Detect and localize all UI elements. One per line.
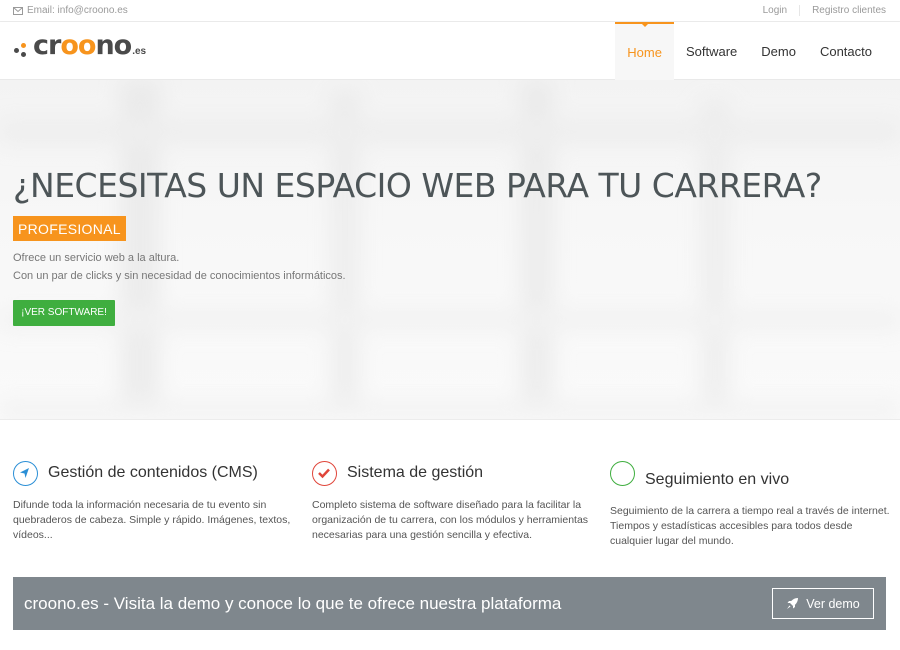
location-arrow-icon bbox=[13, 460, 38, 486]
feature-seguimiento-text: Seguimiento de la carrera a tiempo real … bbox=[610, 505, 890, 547]
logo-tld: .es bbox=[132, 46, 147, 57]
main-header: croono .es Home Software Demo Contacto bbox=[0, 22, 900, 80]
ver-demo-label: Ver demo bbox=[806, 596, 860, 611]
hero-subtitle-line1: Ofrece un servicio web a la altura. bbox=[13, 252, 180, 264]
nav-home[interactable]: Home bbox=[615, 22, 674, 80]
nav-software[interactable]: Software bbox=[674, 22, 749, 80]
hero-subtitle: Ofrece un servicio web a la altura. Con … bbox=[13, 249, 346, 285]
hero-section: ¿NECESITAS UN ESPACIO WEB PARA TU CARRER… bbox=[0, 80, 900, 420]
feature-cms-title: Gestión de contenidos (CMS) bbox=[48, 464, 258, 481]
feature-cms: Gestión de contenidos (CMS) Difunde toda… bbox=[13, 460, 295, 543]
client-register-link[interactable]: Registro clientes bbox=[799, 5, 886, 16]
nav-contacto[interactable]: Contacto bbox=[808, 22, 884, 80]
ver-software-button[interactable]: ¡VER SOFTWARE! bbox=[13, 300, 115, 326]
feature-gestion: Sistema de gestión Completo sistema de s… bbox=[312, 460, 594, 543]
main-nav: Home Software Demo Contacto bbox=[615, 22, 884, 80]
cta-text: croono.es - Visita la demo y conoce lo q… bbox=[24, 594, 562, 613]
contact-email[interactable]: Email: info@croono.es bbox=[13, 5, 128, 16]
nav-demo[interactable]: Demo bbox=[749, 22, 808, 80]
croono-logo[interactable]: croono .es bbox=[13, 30, 147, 61]
feature-cms-text: Difunde toda la información necesaria de… bbox=[13, 499, 291, 541]
feature-seguimiento: Seguimiento en vivo Seguimiento de la ca… bbox=[610, 460, 895, 549]
features-section: Gestión de contenidos (CMS) Difunde toda… bbox=[0, 420, 900, 570]
hero-subtitle-line2: Con un par de clicks y sin necesidad de … bbox=[13, 270, 346, 282]
ver-demo-button[interactable]: Ver demo bbox=[772, 588, 874, 619]
checkmark-icon bbox=[312, 460, 337, 486]
hero-title: ¿NECESITAS UN ESPACIO WEB PARA TU CARRER… bbox=[13, 166, 822, 205]
logo-dots-icon bbox=[13, 39, 31, 59]
envelope-icon bbox=[13, 6, 23, 15]
feature-gestion-text: Completo sistema de software diseñado pa… bbox=[312, 499, 589, 541]
hero-badge: PROFESIONAL bbox=[13, 216, 126, 241]
circle-icon bbox=[610, 460, 635, 486]
rocket-icon bbox=[787, 598, 799, 609]
logo-wordmark: croono bbox=[33, 30, 132, 61]
feature-gestion-title: Sistema de gestión bbox=[347, 464, 484, 481]
top-bar: Email: info@croono.es Login Registro cli… bbox=[0, 0, 900, 22]
demo-cta-banner: croono.es - Visita la demo y conoce lo q… bbox=[13, 577, 886, 630]
feature-seguimiento-title: Seguimiento en vivo bbox=[645, 471, 790, 488]
login-link[interactable]: Login bbox=[751, 5, 799, 16]
email-text: Email: info@croono.es bbox=[27, 5, 128, 16]
